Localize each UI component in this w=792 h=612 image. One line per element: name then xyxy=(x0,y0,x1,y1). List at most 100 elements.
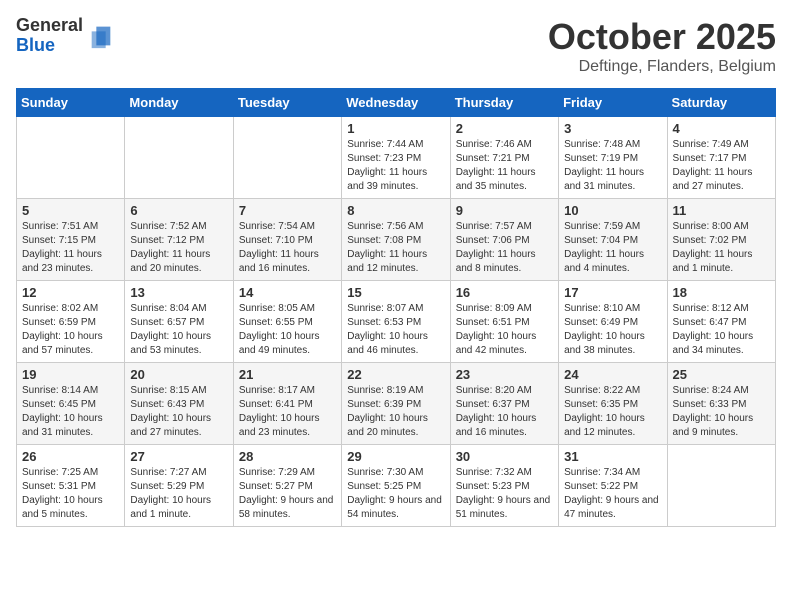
calendar-header-row: SundayMondayTuesdayWednesdayThursdayFrid… xyxy=(17,89,776,117)
day-info: Sunrise: 7:57 AM Sunset: 7:06 PM Dayligh… xyxy=(456,220,553,276)
calendar-cell xyxy=(233,117,341,199)
calendar-cell: 5 Sunrise: 7:51 AM Sunset: 7:15 PM Daylig… xyxy=(17,199,125,281)
day-info: Sunrise: 8:17 AM Sunset: 6:41 PM Dayligh… xyxy=(239,384,336,440)
calendar-cell: 17Sunrise: 8:10 AM Sunset: 6:49 PM Dayli… xyxy=(559,281,667,363)
calendar-table: SundayMondayTuesdayWednesdayThursdayFrid… xyxy=(16,88,776,527)
calendar-cell: 6Sunrise: 7:52 AM Sunset: 7:12 PM Daylig… xyxy=(125,199,233,281)
day-info: Sunrise: 7:30 AM Sunset: 5:25 PM Dayligh… xyxy=(347,466,444,522)
calendar-cell: 12 Sunrise: 8:02 AM Sunset: 6:59 PM Dayli… xyxy=(17,281,125,363)
day-number: 25 xyxy=(673,367,770,382)
calendar-cell: 21Sunrise: 8:17 AM Sunset: 6:41 PM Dayli… xyxy=(233,363,341,445)
calendar-cell xyxy=(17,117,125,199)
day-info: Sunrise: 8:09 AM Sunset: 6:51 PM Dayligh… xyxy=(456,302,553,358)
day-header-wednesday: Wednesday xyxy=(342,89,450,117)
calendar-cell: 11 Sunrise: 8:00 AM Sunset: 7:02 PM Dayli… xyxy=(667,199,775,281)
day-header-thursday: Thursday xyxy=(450,89,558,117)
calendar-cell: 2 Sunrise: 7:46 AM Sunset: 7:21 PM Daylig… xyxy=(450,117,558,199)
day-info: Sunrise: 7:25 AM Sunset: 5:31 PM Dayligh… xyxy=(22,466,119,522)
logo-general: General xyxy=(16,16,83,36)
day-header-saturday: Saturday xyxy=(667,89,775,117)
calendar-week-row: 12 Sunrise: 8:02 AM Sunset: 6:59 PM Dayli… xyxy=(17,281,776,363)
day-info: Sunrise: 8:00 AM Sunset: 7:02 PM Dayligh… xyxy=(673,220,770,276)
day-number: 15 xyxy=(347,285,444,300)
day-info: Sunrise: 8:19 AM Sunset: 6:39 PM Dayligh… xyxy=(347,384,444,440)
day-number: 31 xyxy=(564,449,661,464)
calendar-cell: 28 Sunrise: 7:29 AM Sunset: 5:27 PM Dayli… xyxy=(233,445,341,527)
day-info: Sunrise: 7:44 AM Sunset: 7:23 PM Dayligh… xyxy=(347,138,444,194)
day-info: Sunrise: 8:04 AM Sunset: 6:57 PM Dayligh… xyxy=(130,302,227,358)
day-number: 9 xyxy=(456,203,553,218)
calendar-cell: 30Sunrise: 7:32 AM Sunset: 5:23 PM Dayli… xyxy=(450,445,558,527)
day-info: Sunrise: 7:51 AM Sunset: 7:15 PM Dayligh… xyxy=(22,220,119,276)
day-number: 28 xyxy=(239,449,336,464)
day-info: Sunrise: 7:56 AM Sunset: 7:08 PM Dayligh… xyxy=(347,220,444,276)
day-number: 20 xyxy=(130,367,227,382)
calendar-week-row: 26 Sunrise: 7:25 AM Sunset: 5:31 PM Dayli… xyxy=(17,445,776,527)
location-title: Deftinge, Flanders, Belgium xyxy=(548,58,776,76)
day-info: Sunrise: 7:29 AM Sunset: 5:27 PM Dayligh… xyxy=(239,466,336,522)
day-info: Sunrise: 8:07 AM Sunset: 6:53 PM Dayligh… xyxy=(347,302,444,358)
day-info: Sunrise: 8:24 AM Sunset: 6:33 PM Dayligh… xyxy=(673,384,770,440)
day-number: 19 xyxy=(22,367,119,382)
page-header: General Blue October 2025 Deftinge, Flan… xyxy=(16,16,776,76)
calendar-cell: 9 Sunrise: 7:57 AM Sunset: 7:06 PM Daylig… xyxy=(450,199,558,281)
calendar-cell: 3 Sunrise: 7:48 AM Sunset: 7:19 PM Daylig… xyxy=(559,117,667,199)
calendar-cell: 10Sunrise: 7:59 AM Sunset: 7:04 PM Dayli… xyxy=(559,199,667,281)
day-number: 23 xyxy=(456,367,553,382)
calendar-week-row: 1 Sunrise: 7:44 AM Sunset: 7:23 PM Daylig… xyxy=(17,117,776,199)
calendar-cell: 25 Sunrise: 8:24 AM Sunset: 6:33 PM Dayli… xyxy=(667,363,775,445)
day-info: Sunrise: 7:59 AM Sunset: 7:04 PM Dayligh… xyxy=(564,220,661,276)
day-number: 16 xyxy=(456,285,553,300)
day-number: 4 xyxy=(673,121,770,136)
day-info: Sunrise: 8:20 AM Sunset: 6:37 PM Dayligh… xyxy=(456,384,553,440)
day-number: 12 xyxy=(22,285,119,300)
calendar-cell: 1 Sunrise: 7:44 AM Sunset: 7:23 PM Daylig… xyxy=(342,117,450,199)
day-number: 5 xyxy=(22,203,119,218)
day-info: Sunrise: 7:46 AM Sunset: 7:21 PM Dayligh… xyxy=(456,138,553,194)
day-info: Sunrise: 7:34 AM Sunset: 5:22 PM Dayligh… xyxy=(564,466,661,522)
day-number: 26 xyxy=(22,449,119,464)
month-title: October 2025 xyxy=(548,16,776,58)
day-number: 13 xyxy=(130,285,227,300)
calendar-cell: 27 Sunrise: 7:27 AM Sunset: 5:29 PM Dayli… xyxy=(125,445,233,527)
calendar-cell: 16 Sunrise: 8:09 AM Sunset: 6:51 PM Dayli… xyxy=(450,281,558,363)
day-number: 3 xyxy=(564,121,661,136)
day-number: 8 xyxy=(347,203,444,218)
title-area: October 2025 Deftinge, Flanders, Belgium xyxy=(548,16,776,76)
day-number: 7 xyxy=(239,203,336,218)
calendar-cell: 29 Sunrise: 7:30 AM Sunset: 5:25 PM Dayli… xyxy=(342,445,450,527)
day-info: Sunrise: 8:02 AM Sunset: 6:59 PM Dayligh… xyxy=(22,302,119,358)
logo-blue: Blue xyxy=(16,36,83,56)
day-header-friday: Friday xyxy=(559,89,667,117)
day-info: Sunrise: 7:32 AM Sunset: 5:23 PM Dayligh… xyxy=(456,466,553,522)
day-number: 1 xyxy=(347,121,444,136)
day-info: Sunrise: 8:14 AM Sunset: 6:45 PM Dayligh… xyxy=(22,384,119,440)
calendar-cell: 23 Sunrise: 8:20 AM Sunset: 6:37 PM Dayli… xyxy=(450,363,558,445)
calendar-cell: 15 Sunrise: 8:07 AM Sunset: 6:53 PM Dayli… xyxy=(342,281,450,363)
day-info: Sunrise: 8:05 AM Sunset: 6:55 PM Dayligh… xyxy=(239,302,336,358)
calendar-cell: 19 Sunrise: 8:14 AM Sunset: 6:45 PM Dayli… xyxy=(17,363,125,445)
calendar-cell: 14 Sunrise: 8:05 AM Sunset: 6:55 PM Dayli… xyxy=(233,281,341,363)
day-number: 2 xyxy=(456,121,553,136)
calendar-cell: 4Sunrise: 7:49 AM Sunset: 7:17 PM Daylig… xyxy=(667,117,775,199)
day-info: Sunrise: 7:27 AM Sunset: 5:29 PM Dayligh… xyxy=(130,466,227,522)
day-info: Sunrise: 8:15 AM Sunset: 6:43 PM Dayligh… xyxy=(130,384,227,440)
calendar-cell xyxy=(667,445,775,527)
calendar-cell: 7Sunrise: 7:54 AM Sunset: 7:10 PM Daylig… xyxy=(233,199,341,281)
calendar-cell: 20 Sunrise: 8:15 AM Sunset: 6:43 PM Dayli… xyxy=(125,363,233,445)
day-number: 24 xyxy=(564,367,661,382)
calendar-cell: 22Sunrise: 8:19 AM Sunset: 6:39 PM Dayli… xyxy=(342,363,450,445)
calendar-cell: 18Sunrise: 8:12 AM Sunset: 6:47 PM Dayli… xyxy=(667,281,775,363)
day-number: 29 xyxy=(347,449,444,464)
day-number: 18 xyxy=(673,285,770,300)
calendar-cell: 31 Sunrise: 7:34 AM Sunset: 5:22 PM Dayli… xyxy=(559,445,667,527)
logo-icon xyxy=(87,22,115,50)
day-number: 14 xyxy=(239,285,336,300)
day-number: 27 xyxy=(130,449,227,464)
calendar-cell xyxy=(125,117,233,199)
day-info: Sunrise: 7:48 AM Sunset: 7:19 PM Dayligh… xyxy=(564,138,661,194)
day-info: Sunrise: 8:22 AM Sunset: 6:35 PM Dayligh… xyxy=(564,384,661,440)
calendar-week-row: 5 Sunrise: 7:51 AM Sunset: 7:15 PM Daylig… xyxy=(17,199,776,281)
day-number: 11 xyxy=(673,203,770,218)
day-number: 6 xyxy=(130,203,227,218)
